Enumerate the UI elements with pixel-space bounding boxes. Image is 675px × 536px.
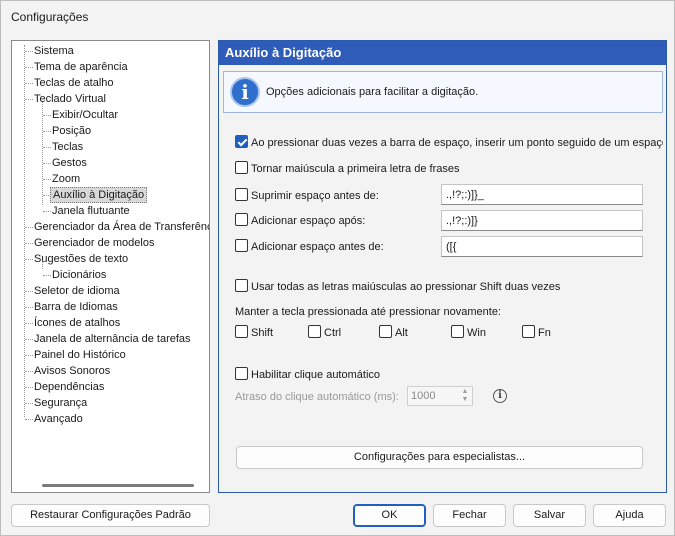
restore-defaults-button[interactable]: Restaurar Configurações Padrão <box>11 504 210 527</box>
panel-title: Auxílio à Digitação <box>219 41 666 65</box>
tree-item[interactable]: Zoom <box>50 171 82 187</box>
tree-item[interactable]: Seletor de idioma <box>32 283 122 299</box>
tree-item[interactable]: Janela flutuante <box>50 203 132 219</box>
tree-item[interactable]: Gerenciador de modelos <box>32 235 156 251</box>
tree-item[interactable]: Janela de alternância de tarefas <box>32 331 193 347</box>
info-icon: i <box>230 77 260 107</box>
suppress-space-input[interactable] <box>441 184 643 205</box>
tree-item[interactable]: Teclas de atalho <box>32 75 116 91</box>
hold-keys-label: Manter a tecla pressionada até pressiona… <box>235 306 501 318</box>
tree-item[interactable]: Gerenciador da Área de Transferência <box>32 219 209 235</box>
capitalize-checkbox[interactable]: Tornar maiúscula a primeira letra de fra… <box>235 161 459 177</box>
add-space-before-checkbox[interactable]: Adicionar espaço antes de: <box>235 239 384 255</box>
tree-item[interactable]: Sistema <box>32 43 76 59</box>
checkbox-label: Fn <box>538 327 551 339</box>
autoclick-delay-stepper[interactable]: 1000 ▲ ▼ <box>407 386 473 406</box>
tree-item[interactable]: Dependências <box>32 379 106 395</box>
hold-win-checkbox[interactable]: Win <box>451 325 486 341</box>
stepper-arrows-icon[interactable]: ▲ ▼ <box>460 388 470 404</box>
info-icon[interactable]: i <box>493 389 507 403</box>
tree-item[interactable]: Avisos Sonoros <box>32 363 112 379</box>
settings-window: Configurações Sistema Tema de aparência Te… <box>0 0 675 536</box>
checkbox-label: Shift <box>251 327 274 339</box>
tree-item[interactable]: Auxílio à Digitação <box>50 187 148 203</box>
tree-connector <box>24 45 25 417</box>
hold-alt-checkbox[interactable]: Alt <box>379 325 408 341</box>
ok-button[interactable]: OK <box>353 504 426 527</box>
checkbox-label: Ao pressionar duas vezes a barra de espa… <box>251 137 663 149</box>
settings-tree[interactable]: Sistema Tema de aparência Teclas de atalho… <box>11 40 210 493</box>
checkbox-box[interactable] <box>235 213 248 226</box>
tree-item[interactable]: Painel do Histórico <box>32 347 128 363</box>
autoclick-checkbox[interactable]: Habilitar clique automático <box>235 367 380 383</box>
window-title: Configurações <box>11 10 89 24</box>
checkbox-box[interactable] <box>235 239 248 252</box>
checkbox-label: Tornar maiúscula a primeira letra de fra… <box>251 163 460 175</box>
tree-item[interactable]: Tema de aparência <box>32 59 130 75</box>
tree-item[interactable]: Barra de Idiomas <box>32 299 120 315</box>
tree-item[interactable]: Segurança <box>32 395 89 411</box>
checkbox-box[interactable] <box>235 161 248 174</box>
hold-ctrl-checkbox[interactable]: Ctrl <box>308 325 341 341</box>
tree-item[interactable]: Avançado <box>32 411 85 427</box>
expert-settings-button[interactable]: Configurações para especialistas... <box>236 446 643 469</box>
tree-item[interactable]: Dicionários <box>50 267 108 283</box>
info-box: i Opções adicionais para facilitar a dig… <box>223 71 663 113</box>
checkbox-box[interactable] <box>235 325 248 338</box>
tree-item[interactable]: Exibir/Ocultar <box>50 107 120 123</box>
tree-item[interactable]: Posição <box>50 123 93 139</box>
checkbox-box[interactable] <box>379 325 392 338</box>
checkbox-label: Usar todas as letras maiúsculas ao press… <box>251 281 561 293</box>
checkbox-box[interactable] <box>308 325 321 338</box>
title-bar[interactable]: Configurações <box>1 1 674 33</box>
checkbox-label: Alt <box>395 327 408 339</box>
checkbox-box[interactable] <box>451 325 464 338</box>
save-button[interactable]: Salvar <box>513 504 586 527</box>
hold-shift-checkbox[interactable]: Shift <box>235 325 273 341</box>
autoclick-delay-label: Atraso do clique automático (ms): <box>235 391 399 403</box>
shift-caps-checkbox[interactable]: Usar todas as letras maiúsculas ao press… <box>235 279 560 295</box>
checkbox-label: Win <box>467 327 486 339</box>
checkbox-label: Ctrl <box>324 327 342 339</box>
add-space-after-checkbox[interactable]: Adicionar espaço após: <box>235 213 365 229</box>
checkbox-box[interactable] <box>235 135 248 148</box>
autoclick-delay-value: 1000 <box>411 390 436 402</box>
add-space-after-input[interactable] <box>441 210 643 231</box>
typing-assist-panel: Auxílio à Digitação i Opções adicionais … <box>218 40 667 493</box>
double-space-checkbox[interactable]: Ao pressionar duas vezes a barra de espa… <box>235 135 663 151</box>
tree-item[interactable]: Gestos <box>50 155 89 171</box>
checkbox-box[interactable] <box>235 279 248 292</box>
tree-item[interactable]: Teclado Virtual <box>32 91 108 107</box>
suppress-space-checkbox[interactable]: Suprimir espaço antes de: <box>235 188 379 204</box>
tree-item[interactable]: Sugestões de texto <box>32 251 130 267</box>
checkbox-label: Adicionar espaço após: <box>251 215 366 227</box>
tree-horizontal-scrollbar[interactable] <box>42 484 194 487</box>
checkbox-label: Habilitar clique automático <box>251 369 381 381</box>
checkbox-label: Suprimir espaço antes de: <box>251 190 379 202</box>
help-button[interactable]: Ajuda <box>593 504 666 527</box>
tree-item[interactable]: Teclas <box>50 139 85 155</box>
tree-connector <box>42 101 43 205</box>
close-button[interactable]: Fechar <box>433 504 506 527</box>
checkbox-box[interactable] <box>235 188 248 201</box>
add-space-before-input[interactable] <box>441 236 643 257</box>
checkbox-box[interactable] <box>522 325 535 338</box>
info-text: Opções adicionais para facilitar a digit… <box>266 86 479 98</box>
hold-fn-checkbox[interactable]: Fn <box>522 325 551 341</box>
checkbox-box[interactable] <box>235 367 248 380</box>
tree-item[interactable]: Ícones de atalhos <box>32 315 122 331</box>
checkbox-label: Adicionar espaço antes de: <box>251 241 384 253</box>
